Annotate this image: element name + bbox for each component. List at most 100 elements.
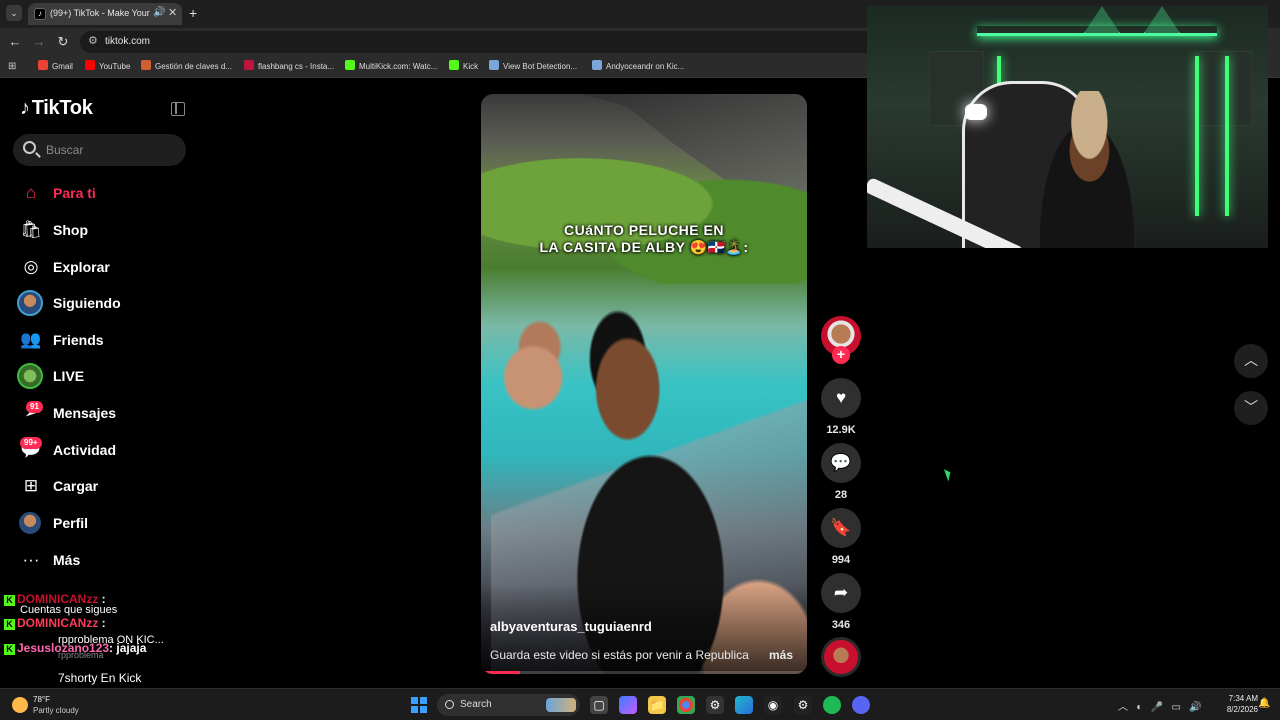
video-progress-bar[interactable]: [481, 671, 807, 674]
reload-button[interactable]: ↻: [55, 34, 71, 50]
bookmark-favicon-icon: [141, 60, 151, 70]
like-count: 12.9K: [826, 424, 856, 436]
collapse-sidebar-icon[interactable]: [171, 102, 185, 116]
save-count: 994: [831, 554, 851, 566]
previous-video-button[interactable]: ︿: [1234, 344, 1268, 378]
windows-start-icon[interactable]: [411, 697, 427, 713]
share-arrow-icon: ➦: [833, 583, 849, 602]
back-button[interactable]: ←: [7, 34, 23, 50]
site-info-icon[interactable]: ⚙: [88, 34, 98, 47]
sidebar-item-cargar[interactable]: ⊞ Cargar: [16, 472, 196, 502]
new-tab-button[interactable]: +: [189, 5, 197, 21]
lamp-light: [965, 104, 987, 120]
notification-bell-icon[interactable]: 🔔: [1258, 698, 1270, 709]
sidebar-item-mas[interactable]: ··· Más: [16, 546, 196, 576]
clock[interactable]: 7:34 AM 8/2/2026: [1214, 693, 1258, 715]
task-view-icon[interactable]: ▢: [590, 696, 608, 714]
chevron-down-icon: ﹀: [1244, 399, 1258, 415]
heart-icon: ♥: [835, 388, 847, 407]
obs-icon[interactable]: ◉: [764, 696, 782, 714]
messages-badge: 91: [26, 401, 43, 413]
bookmark-youtube[interactable]: YouTube: [85, 60, 130, 74]
chat-line: rpproblema: [58, 650, 104, 660]
kick-badge-icon: K: [4, 595, 15, 606]
chat-line: K DOMINICANzz :: [4, 616, 106, 630]
close-tab-icon[interactable]: ✕: [168, 6, 177, 19]
green-light-bar: [1195, 56, 1199, 216]
stream-chat-overlay: K DOMINICANzz : Cuentas que sigues K DOMIN…: [0, 588, 200, 688]
like-button[interactable]: ♥: [821, 378, 861, 418]
multikick-icon: [345, 60, 355, 70]
taskbar-search[interactable]: Search: [437, 694, 580, 716]
search-input[interactable]: Buscar: [13, 134, 186, 166]
neon-triangle: [1142, 6, 1182, 36]
sidebar-item-mensajes[interactable]: ➢ 91 Mensajes: [16, 399, 196, 429]
screen: ⌄ ♪ (99+) TikTok - Make Your Day 🔊 ✕ + ←…: [0, 0, 1280, 720]
browser-tab[interactable]: ♪ (99+) TikTok - Make Your Day 🔊 ✕: [28, 3, 182, 25]
bookmark-kick[interactable]: Kick: [449, 60, 478, 74]
tiktok-favicon-icon: ♪: [34, 8, 46, 20]
instagram-icon: [244, 60, 254, 70]
streamer: [1027, 91, 1147, 248]
green-light-bar: [1225, 56, 1229, 216]
save-button[interactable]: 🔖: [821, 508, 861, 548]
next-video-button[interactable]: ﹀: [1234, 391, 1268, 425]
copilot-icon[interactable]: [619, 696, 637, 714]
chat-line: 7shorty En Kick: [58, 671, 142, 685]
upload-plus-icon: ⊞: [23, 476, 39, 495]
sidebar-item-friends[interactable]: 👥 Friends: [16, 326, 196, 356]
edge-icon[interactable]: [735, 696, 753, 714]
kick-badge-icon: K: [4, 644, 15, 655]
sidebar-item-para-ti[interactable]: ⌂ Para ti: [16, 179, 196, 209]
apps-grid-icon[interactable]: ⊞: [8, 61, 16, 72]
settings-icon[interactable]: ⚙: [794, 696, 812, 714]
tab-search-icon[interactable]: ⌄: [6, 5, 22, 21]
share-count: 346: [831, 619, 851, 631]
sidebar-item-perfil[interactable]: Perfil: [16, 509, 196, 539]
shop-bag-icon: 🛍: [20, 220, 42, 239]
tiktok-logo[interactable]: ♪ TikTok: [20, 97, 93, 123]
system-tray[interactable]: ︿ ◐ 🎤 ▭ 🔊: [1118, 698, 1202, 713]
sidebar-item-live[interactable]: LIVE: [16, 362, 196, 392]
sidebar-item-shop[interactable]: 🛍 Shop: [16, 216, 196, 246]
forward-button[interactable]: →: [31, 34, 47, 50]
bookmark-flashbang-instagram[interactable]: flashbang cs - Insta...: [244, 60, 334, 74]
comment-button[interactable]: 💬: [821, 443, 861, 483]
bookmark-gmail[interactable]: Gmail: [38, 60, 73, 74]
video-username[interactable]: albyaventuras_tuguiaenrd: [490, 619, 652, 634]
video-overlay-text: CUáNTO PELUCHE EN LA CASITA DE ALBY 😍🇩🇴🏝…: [539, 222, 749, 255]
url-text: tiktok.com: [105, 36, 151, 47]
home-icon: ⌂: [25, 183, 37, 202]
kick-badge-icon: K: [4, 619, 15, 630]
music-disc-avatar[interactable]: [821, 637, 861, 677]
share-button[interactable]: ➦: [821, 573, 861, 613]
sidebar-item-siguiendo[interactable]: Siguiendo: [16, 289, 196, 319]
video-player[interactable]: CUáNTO PELUCHE EN LA CASITA DE ALBY 😍🇩🇴🏝…: [481, 94, 807, 674]
profile-avatar: [17, 510, 43, 536]
bookmark-favicon-icon: [489, 60, 499, 70]
chrome-icon[interactable]: [677, 696, 695, 714]
follow-plus-button[interactable]: +: [832, 346, 850, 364]
more-button[interactable]: más: [769, 648, 793, 662]
bookmark-andyoceandr[interactable]: Andyoceandr on Kic...: [592, 60, 684, 74]
video-description: Guarda este video si estás por venir a R…: [490, 648, 749, 662]
sidebar-item-actividad[interactable]: 💬 99+ Actividad: [16, 436, 196, 466]
weather-widget[interactable]: 78°F Partly cloudy: [12, 694, 92, 716]
neon-triangle: [1082, 6, 1122, 36]
friends-icon: 👥: [20, 330, 42, 349]
bookmark-view-bot[interactable]: View Bot Detection...: [489, 60, 577, 74]
kick-icon: [449, 60, 459, 70]
sidebar-item-explorar[interactable]: ◎ Explorar: [16, 253, 196, 283]
search-highlight-image: [546, 698, 576, 712]
discord-icon[interactable]: [852, 696, 870, 714]
bookmark-multikick[interactable]: MultiKick.com: Watc...: [345, 60, 437, 74]
file-explorer-icon[interactable]: 📁: [648, 696, 666, 714]
bookmark-gestion-claves[interactable]: Gestión de claves d...: [141, 60, 232, 74]
app-icon[interactable]: ⚙: [706, 696, 724, 714]
video-frame-forest: [481, 124, 807, 284]
audio-playing-icon[interactable]: 🔊: [153, 7, 165, 18]
tab-title: (99+) TikTok - Make Your Day: [50, 8, 150, 18]
spotify-icon[interactable]: [823, 696, 841, 714]
compass-icon: ◎: [23, 257, 39, 276]
activity-badge: 99+: [20, 437, 42, 449]
